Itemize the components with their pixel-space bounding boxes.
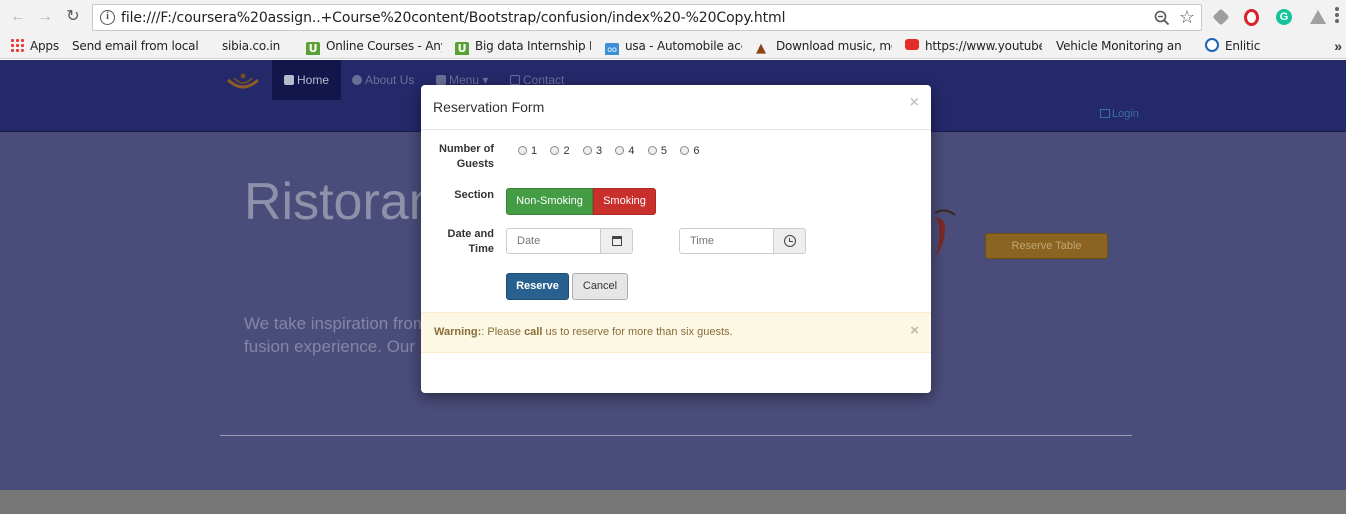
zoom-icon[interactable] [1153,9,1171,27]
back-arrow-icon[interactable]: ← [8,7,28,27]
date-picker-button[interactable] [600,228,633,254]
info-icon [352,75,362,85]
jumbotron-title: Ristoran [244,173,438,231]
calendar-icon [612,236,622,246]
guests-radio-4[interactable]: 4 [615,145,635,157]
bookmark-enlitic[interactable]: Enlitic [1205,38,1275,55]
section-label: Section [454,189,494,201]
alert-close-button[interactable]: × [910,322,919,339]
bookmark-send-email[interactable]: Send email from local [72,38,207,55]
nav-about-us[interactable]: About Us [340,60,426,100]
section-divider [220,435,1132,436]
reload-icon[interactable]: ↻ [63,7,83,27]
cancel-button[interactable]: Cancel [572,273,628,300]
udemy-icon: U [455,42,469,55]
jumbotron-text: We take inspiration from fusion experien… [244,314,427,356]
forward-arrow-icon[interactable]: → [35,7,55,27]
campfire-icon: ▲ [756,41,766,56]
radio-circle-icon [615,146,625,155]
info-icon[interactable]: i [100,10,115,25]
modal-title: Reservation Form [433,99,545,115]
login-icon [1100,109,1110,118]
bookmark-usa-automobile[interactable]: oo usa - Automobile acci [605,38,742,55]
bookmark-online-courses[interactable]: U Online Courses - Anyt [306,38,442,55]
bookmark-apps[interactable]: Apps [10,38,70,55]
bookmarks-overflow-icon[interactable]: » [1334,38,1342,54]
bookmarks-bar: Apps Send email from local sibia.co.in U… [0,34,1346,59]
bookmark-sibia[interactable]: sibia.co.in [222,38,297,55]
radio-circle-icon [647,146,657,155]
apps-grid-icon [10,38,24,52]
datetime-label: Date and Time [447,228,494,255]
browser-menu-icon[interactable] [1332,7,1342,25]
enlitic-icon [1205,38,1219,52]
date-input[interactable] [506,228,601,254]
reserve-table-button[interactable]: Reserve Table [985,233,1108,259]
grammarly-icon[interactable]: G [1276,9,1292,25]
drive-icon[interactable] [1310,10,1326,24]
bookmark-big-data[interactable]: U Big data Internship Pr [455,38,591,55]
guests-radio-3[interactable]: 3 [582,145,602,157]
url-text[interactable]: file:///F:/coursera%20assign..+Course%20… [121,10,785,26]
youtube-icon [905,39,919,50]
guests-radio-group: 1 2 3 4 5 6 [518,143,709,157]
modal-header: Reservation Form × [421,85,931,130]
guests-radio-1[interactable]: 1 [518,145,537,157]
radio-circle-icon [680,146,690,155]
bookmark-vehicle-monitoring[interactable]: Vehicle Monitoring an [1056,38,1191,55]
guests-radio-2[interactable]: 2 [550,145,570,157]
address-bar[interactable]: i file:///F:/coursera%20assign..+Course%… [92,4,1202,31]
home-icon [284,75,294,85]
time-input[interactable] [679,228,774,254]
extension-cube-icon[interactable] [1212,8,1230,26]
envelope-icon [510,75,520,85]
radio-circle-icon [550,146,560,155]
radio-circle-icon [518,146,527,155]
footer-strip [0,490,1346,514]
reservation-modal: Reservation Form × Number of Guests 1 2 … [421,85,931,393]
login-link[interactable]: Login [1100,108,1139,120]
time-picker-button[interactable] [773,228,806,254]
qq-icon: oo [605,43,619,55]
reserve-button[interactable]: Reserve [506,273,569,300]
opera-icon[interactable] [1244,9,1259,26]
clock-icon [784,235,796,247]
bookmark-star-icon[interactable]: ☆ [1179,6,1195,28]
non-smoking-button[interactable]: Non-Smoking [506,188,593,215]
guests-radio-5[interactable]: 5 [647,145,667,157]
radio-circle-icon [582,146,592,155]
browser-toolbar: ← → ↻ i file:///F:/coursera%20assign..+C… [0,0,1346,34]
modal-close-button[interactable]: × [910,94,919,112]
restaurant-logo[interactable] [226,72,260,96]
warning-alert: Warning:: Please call us to reserve for … [421,312,931,353]
smoking-button[interactable]: Smoking [593,188,656,215]
guests-radio-6[interactable]: 6 [680,145,699,157]
bookmark-youtube[interactable]: https://www.youtube. [905,38,1042,55]
bookmark-download-music[interactable]: ▲Download music, mov [756,38,892,55]
nav-home[interactable]: Home [272,60,342,100]
udemy-icon: U [306,42,320,55]
guests-label: Number of Guests [439,143,494,170]
warning-alert-text: Warning:: Please call us to reserve for … [434,326,733,338]
list-icon [436,75,446,85]
